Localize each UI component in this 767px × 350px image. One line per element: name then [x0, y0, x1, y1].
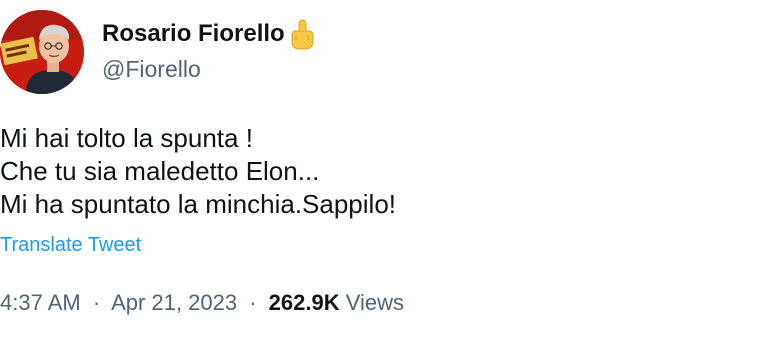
tweet-text: Mi hai tolto la spunta ! Che tu sia male… — [0, 122, 396, 221]
tweet-text-line: Mi hai tolto la spunta ! — [0, 123, 253, 153]
meta-separator: · — [249, 290, 257, 315]
tweet-date[interactable]: Apr 21, 2023 — [111, 290, 237, 315]
author-name-row: Rosario Fiorello — [102, 18, 315, 50]
author-handle[interactable]: @Fiorello — [102, 56, 201, 83]
translate-tweet-link[interactable]: Translate Tweet — [0, 234, 141, 257]
tweet-text-line: Mi ha spuntato la minchia.Sappilo! — [0, 189, 397, 219]
views-label[interactable]: Views — [346, 290, 404, 315]
tweet-time[interactable]: 4:37 AM — [0, 290, 81, 315]
tweet-meta: 4:37 AM · Apr 21, 2023 · 262.9K Views — [0, 290, 404, 316]
meta-separator: · — [92, 290, 101, 315]
middle-finger-emoji-icon — [289, 18, 315, 50]
avatar-image — [0, 10, 84, 94]
avatar[interactable] — [0, 10, 84, 94]
author-display-name[interactable]: Rosario Fiorello — [102, 20, 285, 48]
tweet-text-line: Che tu sia maledetto Elon... — [0, 156, 320, 186]
tweet-card: Rosario Fiorello @Fiorello Mi hai tolto … — [0, 0, 767, 350]
views-count[interactable]: 262.9K — [269, 290, 340, 315]
